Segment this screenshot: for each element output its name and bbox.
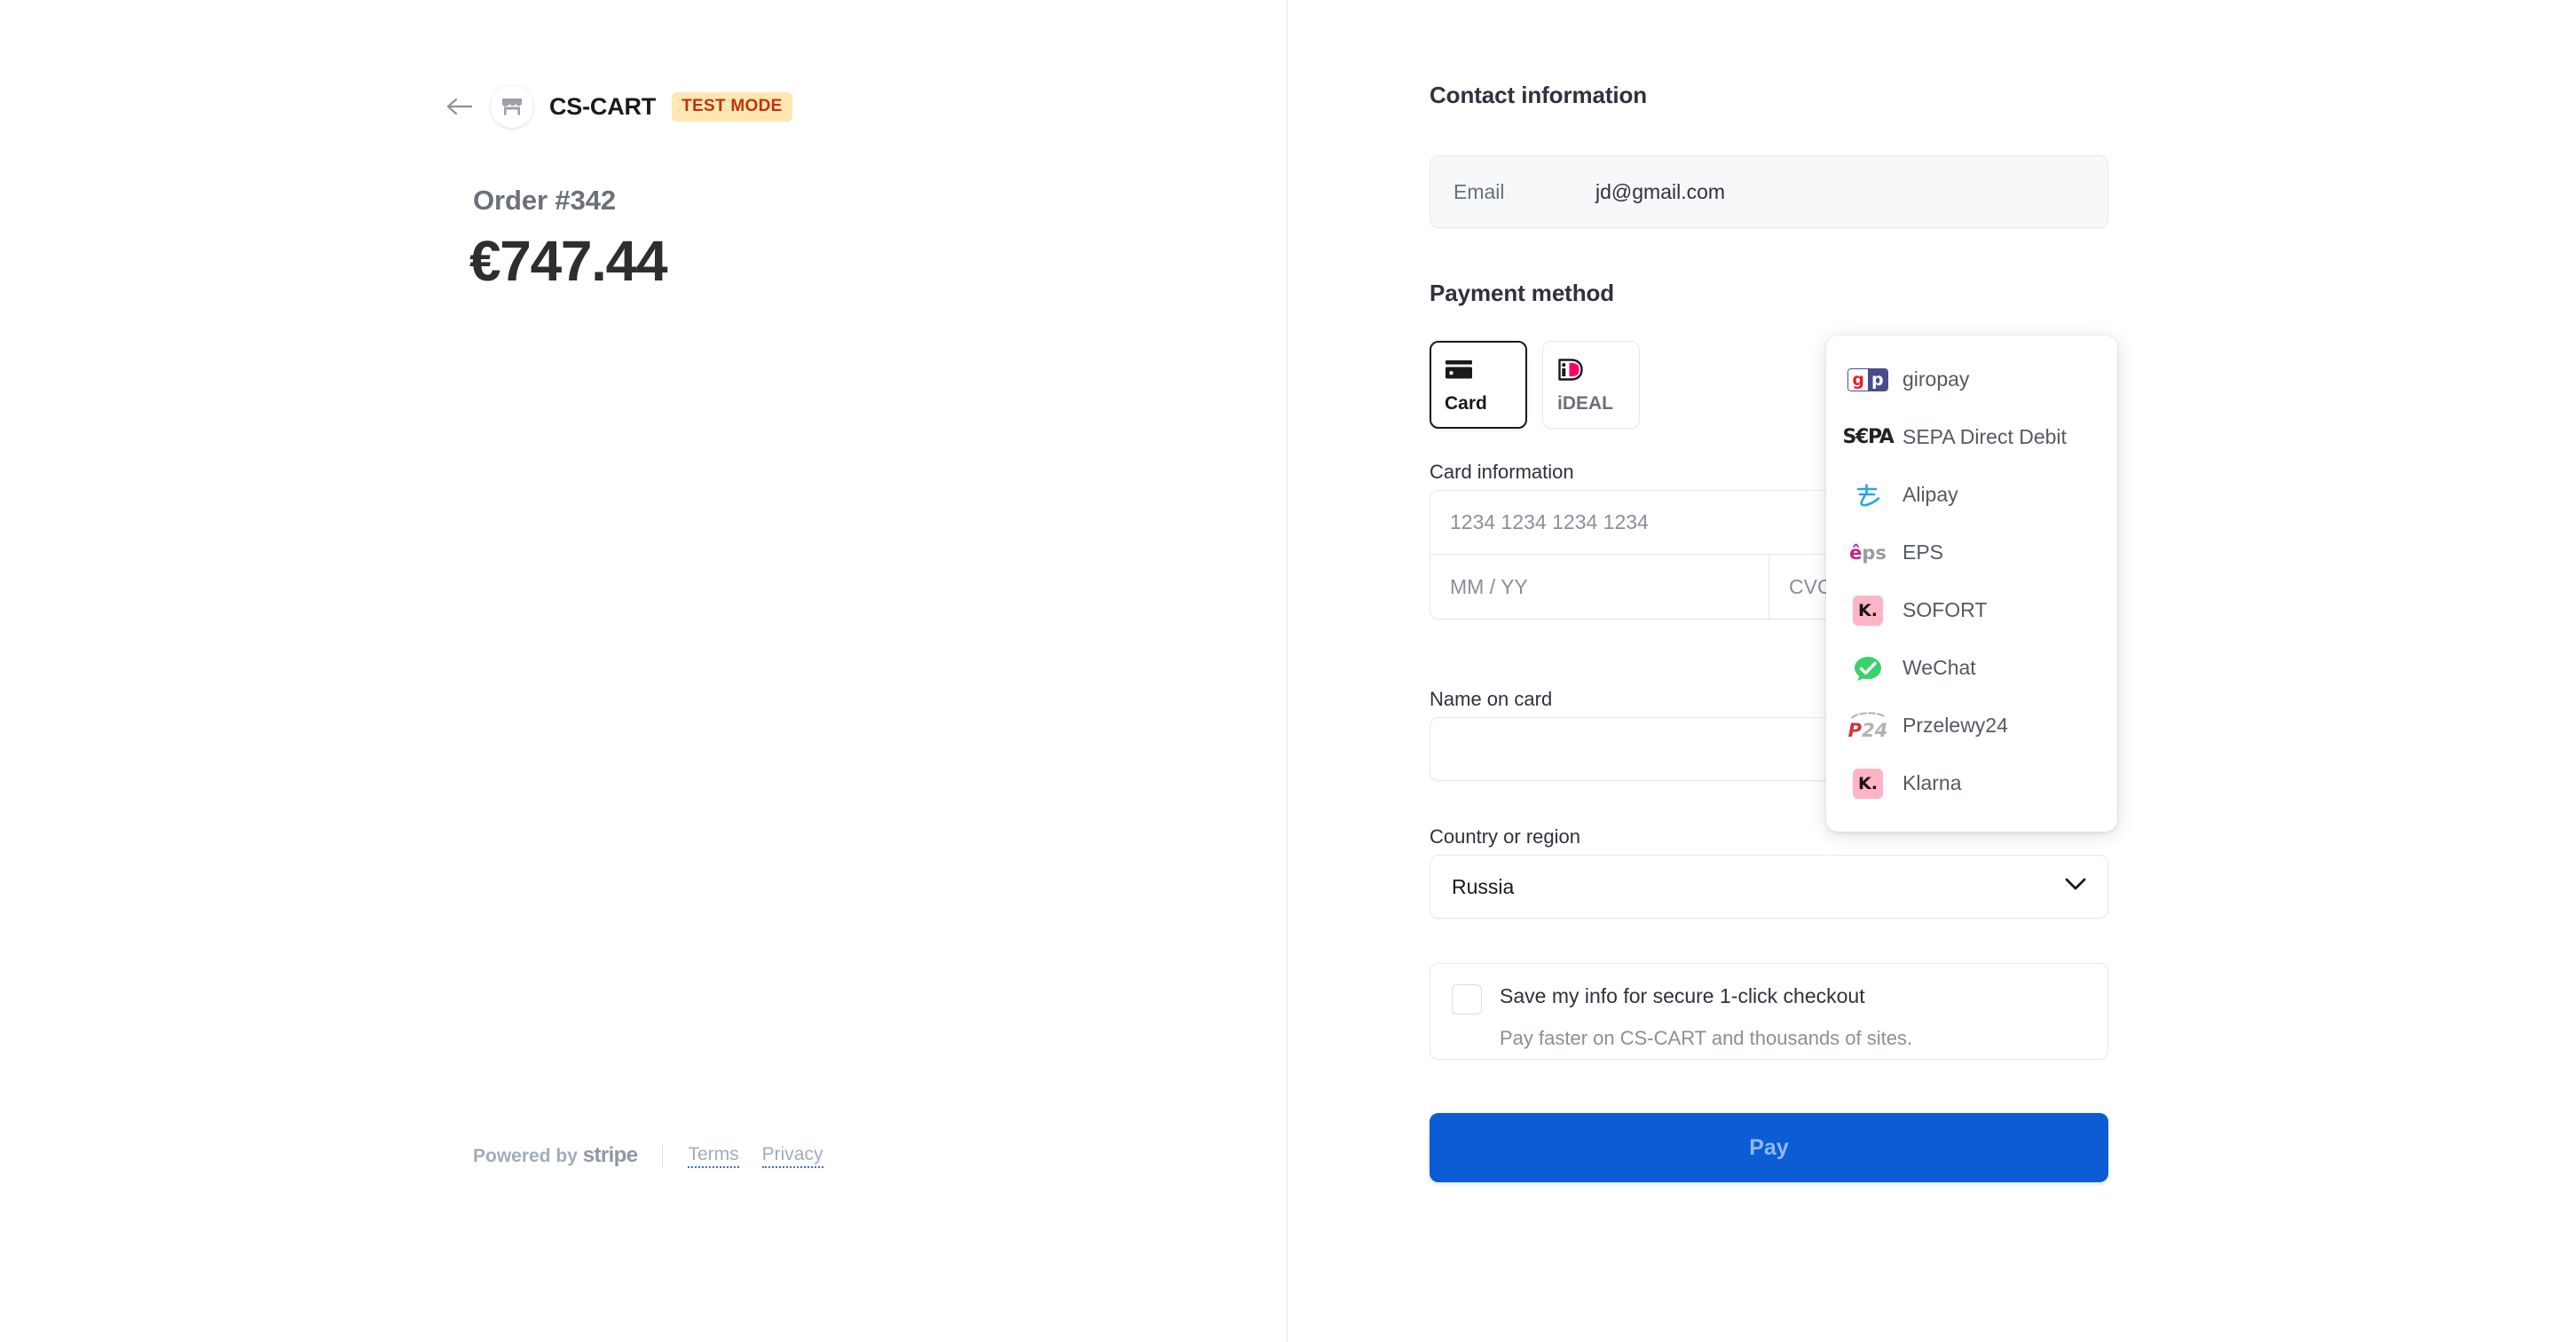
dropdown-item-klarna[interactable]: K. Klarna bbox=[1826, 754, 2117, 812]
card-information-label: Card information bbox=[1430, 461, 1574, 483]
stripe-checkout-page: CS-CART TEST MODE Order #342 €747.44 Pow… bbox=[0, 0, 2576, 1342]
dropdown-item-label: giropay bbox=[1902, 367, 1970, 391]
dropdown-item-label: SOFORT bbox=[1902, 598, 1988, 621]
ideal-icon bbox=[1557, 355, 1625, 385]
privacy-link[interactable]: Privacy bbox=[761, 1144, 823, 1168]
pay-button[interactable]: Pay bbox=[1430, 1113, 2108, 1182]
storefront-icon bbox=[491, 85, 533, 128]
footer: Powered by stripe Terms Privacy bbox=[473, 1143, 823, 1168]
email-field[interactable]: Email jd@gmail.com bbox=[1430, 155, 2108, 228]
merchant-name: CS-CART bbox=[549, 92, 657, 120]
test-mode-badge: TEST MODE bbox=[672, 91, 792, 122]
terms-link[interactable]: Terms bbox=[688, 1144, 739, 1168]
dropdown-item-wechat[interactable]: WeChat bbox=[1826, 639, 2117, 697]
merchant-header: CS-CART TEST MODE bbox=[439, 85, 792, 128]
payment-method-title: Payment method bbox=[1430, 280, 1615, 306]
tab-card[interactable]: Card bbox=[1430, 341, 1527, 429]
card-expiry-input[interactable]: MM / YY bbox=[1430, 555, 1769, 619]
dropdown-item-label: SEPA Direct Debit bbox=[1902, 425, 2067, 448]
dropdown-item-przelewy24[interactable]: P 24 Przelewy24 bbox=[1826, 697, 2117, 754]
powered-by-text: Powered by bbox=[473, 1146, 583, 1166]
dropdown-item-label: Alipay bbox=[1902, 483, 1958, 506]
dropdown-item-label: EPS bbox=[1902, 541, 1944, 564]
sofort-klarna-icon: K. bbox=[1846, 595, 1890, 626]
dropdown-item-eps[interactable]: ê ps EPS bbox=[1826, 524, 2117, 581]
email-value: jd@gmail.com bbox=[1595, 179, 1726, 203]
dropdown-item-sepa-direct-debit[interactable]: S€PA SEPA Direct Debit bbox=[1826, 408, 2117, 466]
order-number: Order #342 bbox=[473, 185, 616, 216]
payment-method-dropdown: gp giropay S€PA SEPA Direct Debit Alipay bbox=[1826, 336, 2117, 832]
save-info-title: Save my info for secure 1-click checkout bbox=[1500, 984, 1865, 1007]
powered-by-stripe: Powered by stripe bbox=[473, 1143, 638, 1168]
dropdown-item-sofort[interactable]: K. SOFORT bbox=[1826, 581, 2117, 639]
dropdown-item-giropay[interactable]: gp giropay bbox=[1826, 351, 2117, 408]
alipay-icon bbox=[1846, 480, 1890, 510]
save-info-row: Save my info for secure 1-click checkout bbox=[1452, 983, 2086, 1014]
tab-ideal-label: iDEAL bbox=[1557, 393, 1613, 414]
save-info-box[interactable]: Save my info for secure 1-click checkout… bbox=[1430, 963, 2108, 1060]
save-info-checkbox[interactable] bbox=[1452, 984, 1482, 1014]
order-summary-pane: CS-CART TEST MODE Order #342 €747.44 Pow… bbox=[0, 0, 1288, 1342]
country-select[interactable]: Russia bbox=[1430, 855, 2108, 919]
back-arrow-icon[interactable] bbox=[439, 87, 478, 126]
contact-information-title: Contact information bbox=[1430, 82, 1648, 108]
email-label: Email bbox=[1453, 179, 1505, 203]
giropay-icon: gp bbox=[1846, 365, 1890, 395]
country-label: Country or region bbox=[1430, 825, 1580, 848]
footer-divider bbox=[662, 1143, 664, 1168]
stripe-wordmark: stripe bbox=[582, 1143, 638, 1167]
country-selected-value: Russia bbox=[1452, 874, 1515, 898]
chevron-down-icon bbox=[2065, 878, 2086, 896]
klarna-icon: K. bbox=[1846, 768, 1890, 799]
wechat-icon bbox=[1846, 653, 1890, 683]
dropdown-item-label: Przelewy24 bbox=[1902, 714, 2008, 737]
name-on-card-label: Name on card bbox=[1430, 688, 1553, 710]
tab-card-label: Card bbox=[1445, 393, 1487, 414]
przelewy24-icon: P 24 bbox=[1846, 711, 1890, 741]
dropdown-item-alipay[interactable]: Alipay bbox=[1826, 466, 2117, 524]
credit-card-icon bbox=[1445, 355, 1512, 385]
save-info-subtitle: Pay faster on CS-CART and thousands of s… bbox=[1500, 1027, 1913, 1049]
dropdown-item-label: Klarna bbox=[1902, 771, 1962, 794]
order-total-amount: €747.44 bbox=[469, 229, 668, 293]
eps-icon: ê ps bbox=[1849, 541, 1887, 564]
dropdown-item-label: WeChat bbox=[1902, 656, 1976, 679]
tab-ideal[interactable]: iDEAL bbox=[1542, 341, 1640, 429]
sepa-icon: S€PA bbox=[1842, 426, 1894, 448]
